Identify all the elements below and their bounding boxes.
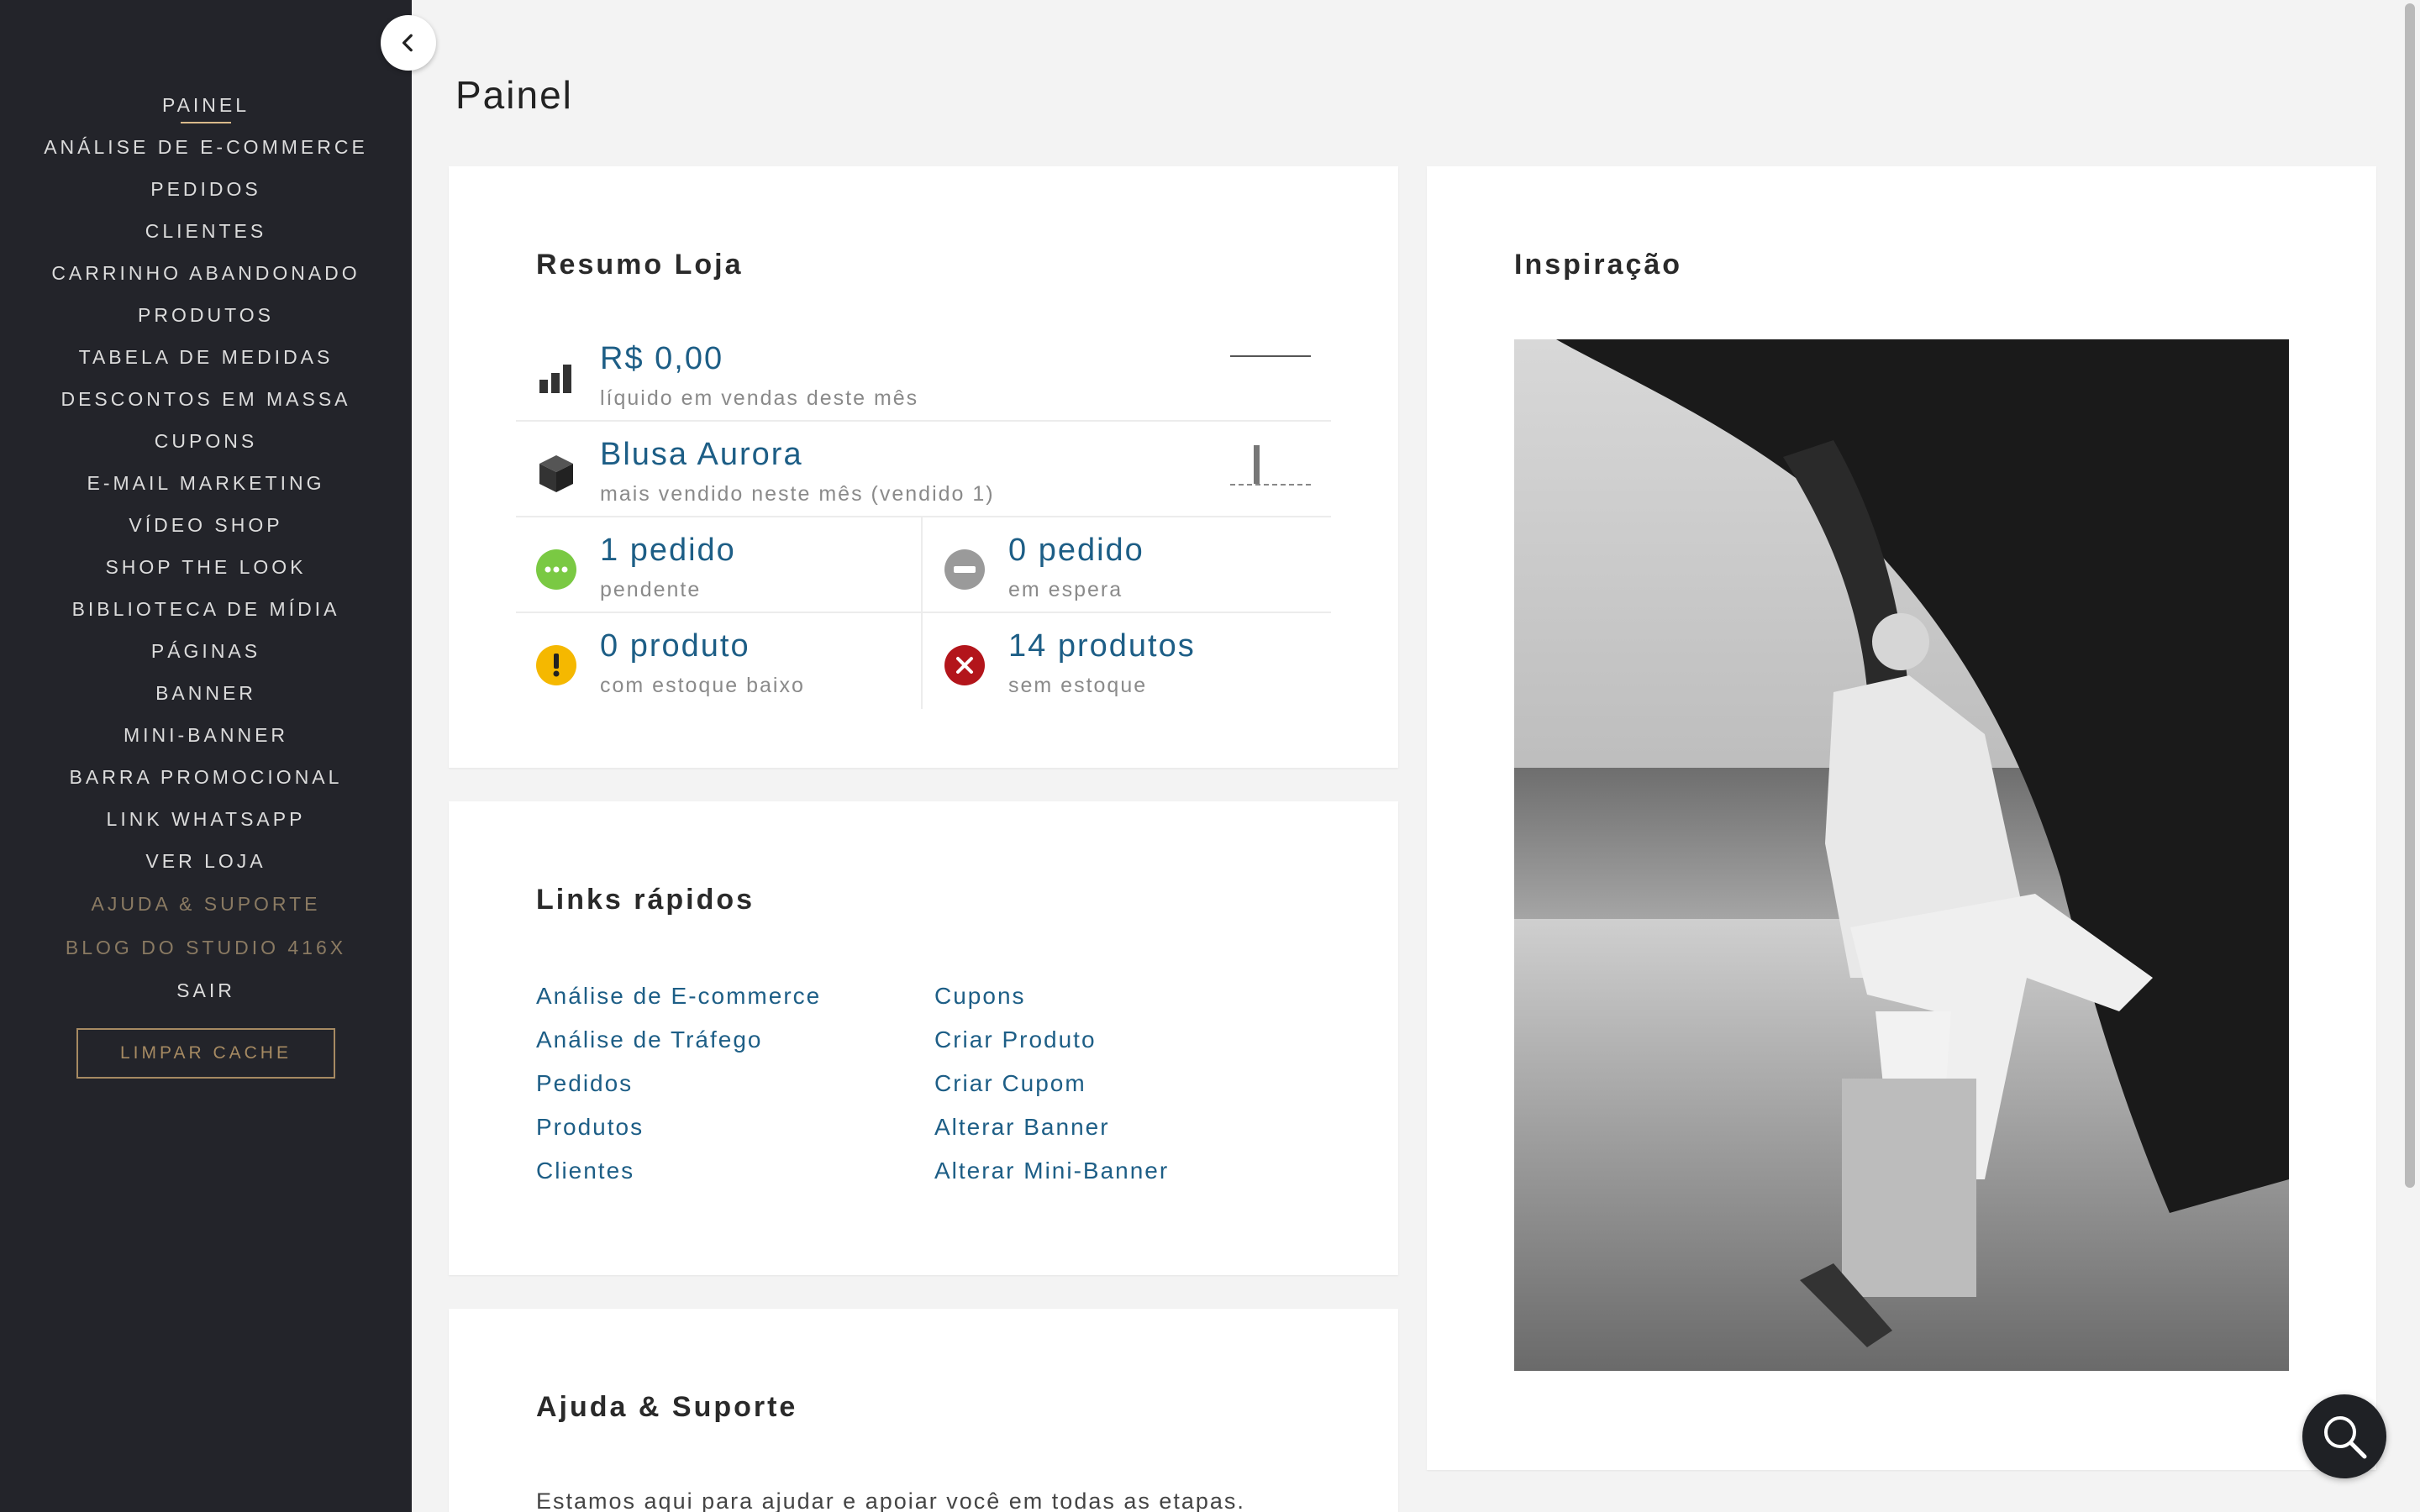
quick-link-clientes[interactable]: Clientes [536, 1149, 821, 1193]
sidebar-item-shop-the-look[interactable]: SHOP THE LOOK [0, 546, 412, 588]
bar-chart-icon [536, 358, 576, 398]
sparkbar-bar [1254, 445, 1260, 484]
sidebar-item-ver-loja[interactable]: VER LOJA [0, 840, 412, 882]
pending-value: 1 pedido [600, 533, 736, 568]
inspiration-title: Inspiração [1514, 249, 1683, 281]
top-product-label: mais vendido neste mês (vendido 1) [600, 482, 995, 506]
sidebar-item-descontos-massa[interactable]: DESCONTOS EM MASSA [0, 378, 412, 420]
error-icon [944, 645, 985, 685]
on-hold-icon [944, 549, 985, 590]
summary-row-stock: 0 produto com estoque baixo 14 produtos … [516, 613, 1331, 709]
search-icon [2324, 1416, 2367, 1459]
quick-link-criar-cupom[interactable]: Criar Cupom [934, 1062, 1169, 1105]
pending-icon [536, 549, 576, 590]
top-product-value: Blusa Aurora [600, 437, 803, 472]
out-of-stock-label: sem estoque [1008, 674, 1148, 697]
quick-link-analise-ecommerce[interactable]: Análise de E-commerce [536, 974, 821, 1018]
quick-link-alterar-banner[interactable]: Alterar Banner [934, 1105, 1169, 1149]
quick-links-right: Cupons Criar Produto Criar Cupom Alterar… [934, 974, 1169, 1193]
store-summary-card: Resumo Loja R$ 0,00 líquido em vendas de… [449, 166, 1398, 768]
chevron-left-icon [402, 34, 413, 52]
sidebar-item-video-shop[interactable]: VÍDEO SHOP [0, 504, 412, 546]
sidebar-item-link-whatsapp[interactable]: LINK WHATSAPP [0, 798, 412, 840]
search-button[interactable] [2302, 1394, 2386, 1478]
sidebar-item-barra-promocional[interactable]: BARRA PROMOCIONAL [0, 756, 412, 798]
collapse-sidebar-button[interactable] [381, 15, 436, 71]
quick-link-cupons[interactable]: Cupons [934, 974, 1169, 1018]
sales-label: líquido em vendas deste mês [600, 386, 919, 410]
on-hold-label: em espera [1008, 578, 1123, 601]
quick-links-left: Análise de E-commerce Análise de Tráfego… [536, 974, 821, 1193]
sidebar: PAINEL ANÁLISE DE E-COMMERCE PEDIDOS CLI… [0, 0, 412, 1512]
page-title: Painel [455, 73, 573, 117]
help-support-text: Estamos aqui para ajudar e apoiar você e… [536, 1488, 1245, 1512]
top-product-sparkbar [1230, 444, 1311, 486]
sidebar-item-cupons[interactable]: CUPONS [0, 420, 412, 462]
sidebar-item-ajuda-suporte[interactable]: AJUDA & SUPORTE [0, 882, 412, 926]
quick-link-produtos[interactable]: Produtos [536, 1105, 821, 1149]
warning-icon [536, 645, 576, 685]
quick-links-title: Links rápidos [536, 884, 755, 916]
sidebar-item-carrinho-abandonado[interactable]: CARRINHO ABANDONADO [0, 252, 412, 294]
sidebar-item-analise-ecommerce[interactable]: ANÁLISE DE E-COMMERCE [0, 126, 412, 168]
sidebar-item-produtos[interactable]: PRODUTOS [0, 294, 412, 336]
pending-cell[interactable]: 1 pedido pendente [516, 517, 923, 613]
quick-link-alterar-mini-banner[interactable]: Alterar Mini-Banner [934, 1149, 1169, 1193]
help-support-title: Ajuda & Suporte [536, 1391, 798, 1423]
sidebar-item-blog[interactable]: BLOG DO STUDIO 416X [0, 926, 412, 969]
quick-link-pedidos[interactable]: Pedidos [536, 1062, 821, 1105]
on-hold-cell[interactable]: 0 pedido em espera [924, 517, 1331, 613]
inspiration-photo [1514, 339, 2289, 1371]
summary-row-orders: 1 pedido pendente 0 pedido em espera [516, 517, 1331, 613]
page-scrollbar[interactable] [2398, 0, 2420, 1512]
sidebar-item-mini-banner[interactable]: MINI-BANNER [0, 714, 412, 756]
help-support-card: Ajuda & Suporte Estamos aqui para ajudar… [449, 1309, 1398, 1512]
sidebar-item-tabela-medidas[interactable]: TABELA DE MEDIDAS [0, 336, 412, 378]
sidebar-item-paginas[interactable]: PÁGINAS [0, 630, 412, 672]
out-of-stock-cell[interactable]: 14 produtos sem estoque [924, 613, 1331, 709]
sales-value: R$ 0,00 [600, 341, 724, 376]
scrollbar-thumb[interactable] [2405, 3, 2415, 1188]
sidebar-item-email-marketing[interactable]: E-MAIL MARKETING [0, 462, 412, 504]
quick-links-card: Links rápidos Análise de E-commerce Anál… [449, 801, 1398, 1275]
low-stock-value: 0 produto [600, 628, 750, 664]
quick-link-criar-produto[interactable]: Criar Produto [934, 1018, 1169, 1062]
pending-label: pendente [600, 578, 702, 601]
on-hold-value: 0 pedido [1008, 533, 1144, 568]
summary-row-sales: R$ 0,00 líquido em vendas deste mês [516, 326, 1331, 422]
sidebar-item-painel[interactable]: PAINEL [0, 84, 412, 126]
sidebar-item-biblioteca-midia[interactable]: BIBLIOTECA DE MÍDIA [0, 588, 412, 630]
inspiration-card: Inspiração [1427, 166, 2376, 1470]
store-summary-table: R$ 0,00 líquido em vendas deste mês Blus… [516, 326, 1331, 709]
sidebar-item-sair[interactable]: SAIR [0, 969, 412, 1011]
sidebar-nav: PAINEL ANÁLISE DE E-COMMERCE PEDIDOS CLI… [0, 0, 412, 1011]
low-stock-cell[interactable]: 0 produto com estoque baixo [516, 613, 923, 709]
summary-row-top-product: Blusa Aurora mais vendido neste mês (ven… [516, 422, 1331, 517]
store-summary-title: Resumo Loja [536, 249, 744, 281]
out-of-stock-value: 14 produtos [1008, 628, 1196, 664]
sales-cell[interactable]: R$ 0,00 líquido em vendas deste mês [516, 326, 1331, 422]
low-stock-label: com estoque baixo [600, 674, 805, 697]
sidebar-item-pedidos[interactable]: PEDIDOS [0, 168, 412, 210]
clear-cache-button[interactable]: LIMPAR CACHE [76, 1028, 335, 1079]
sidebar-item-clientes[interactable]: CLIENTES [0, 210, 412, 252]
sales-sparkline [1230, 355, 1311, 357]
box-icon [536, 454, 576, 494]
sidebar-item-banner[interactable]: BANNER [0, 672, 412, 714]
quick-link-analise-trafego[interactable]: Análise de Tráfego [536, 1018, 821, 1062]
top-product-cell[interactable]: Blusa Aurora mais vendido neste mês (ven… [516, 422, 1331, 517]
